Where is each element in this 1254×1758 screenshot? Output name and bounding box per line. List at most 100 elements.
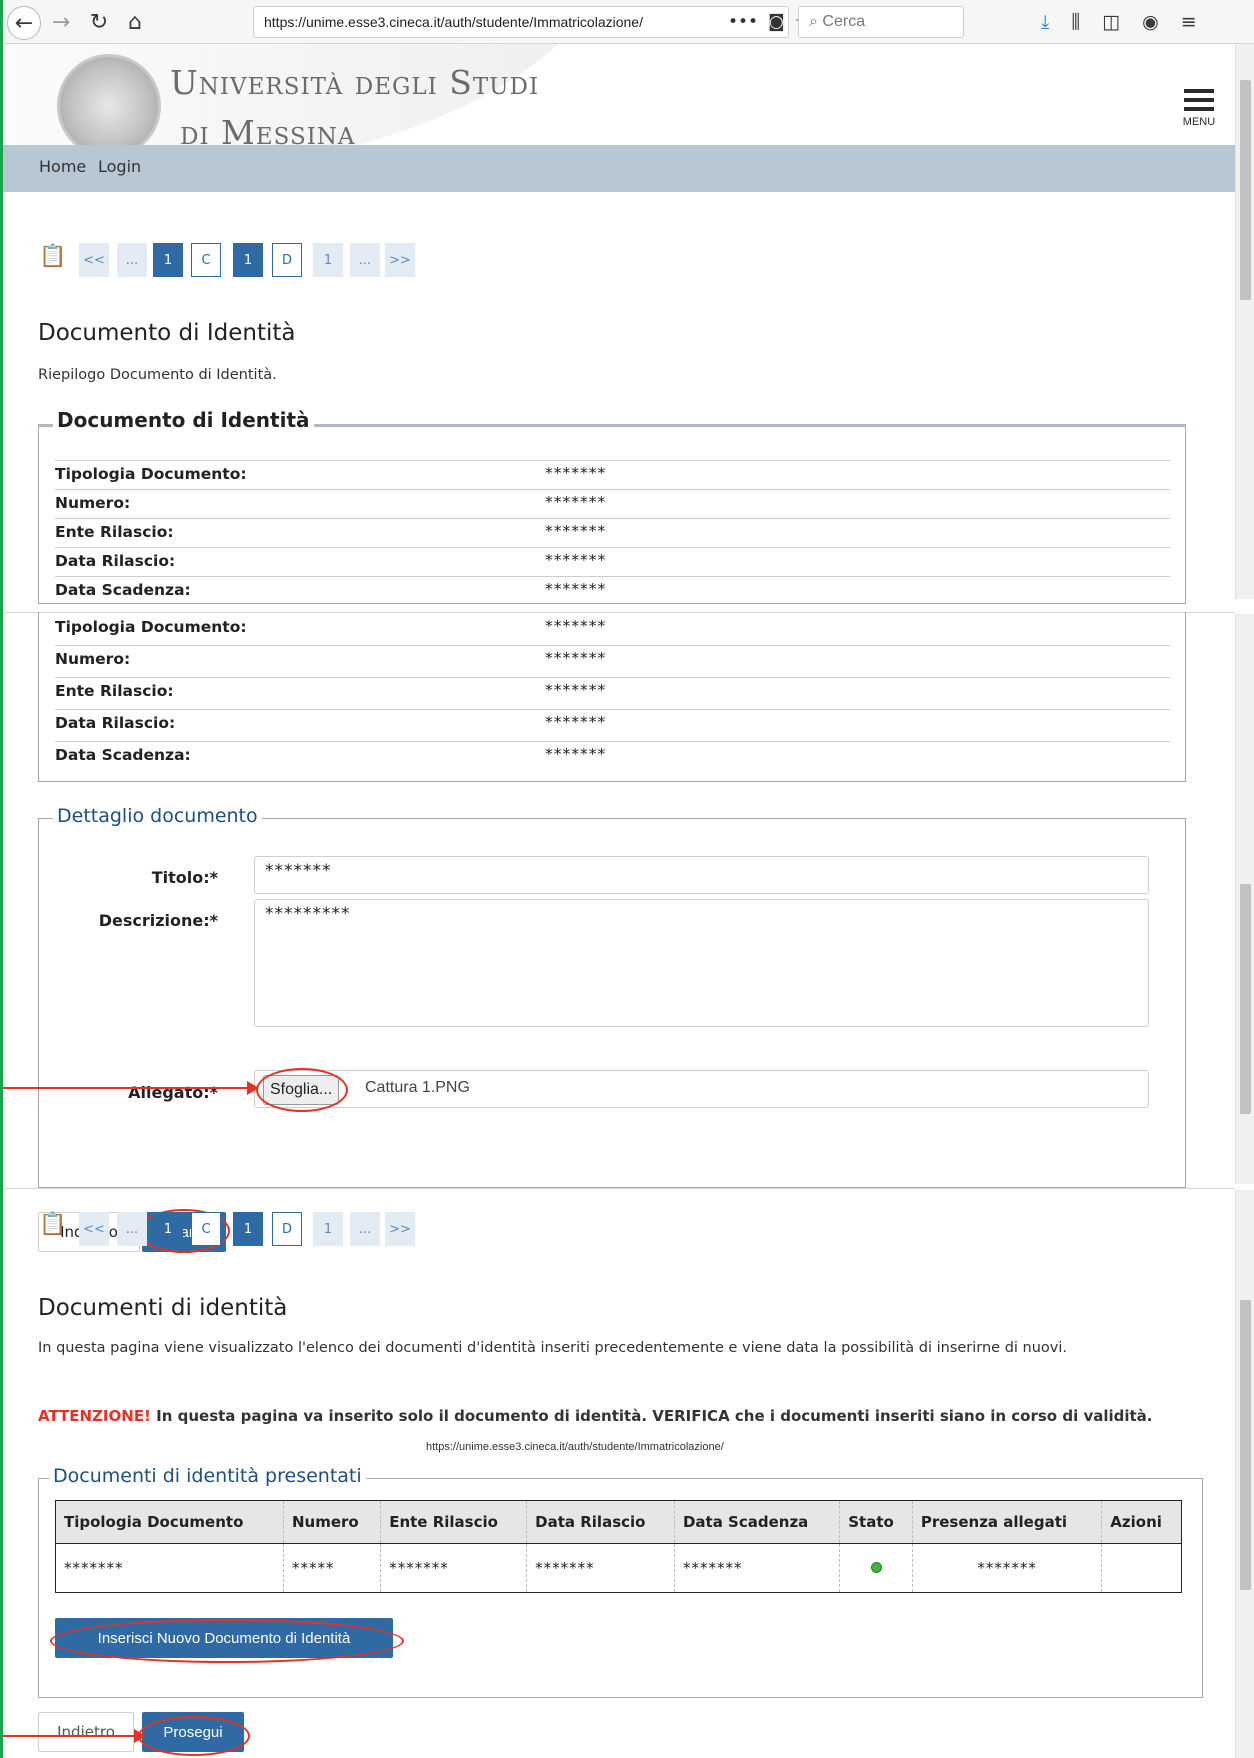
- step-current-1[interactable]: 1: [233, 243, 263, 277]
- summary-row: Data Rilascio: *******: [55, 547, 1170, 576]
- step-ellipsis-left: ...: [117, 243, 147, 277]
- search-input[interactable]: ⌕ Cerca: [798, 6, 964, 38]
- table-header-row: Tipologia Documento Numero Ente Rilascio…: [55, 1500, 1182, 1544]
- cell-allegati: *******: [912, 1543, 1103, 1593]
- page-actions-icon[interactable]: •••: [728, 12, 758, 32]
- documents-intro: In questa pagina viene visualizzato l'el…: [38, 1340, 1068, 1356]
- url-text: https://unime.esse3.cineca.it/auth/stude…: [264, 14, 643, 30]
- descrizione-label: Descrizione:*: [98, 911, 218, 930]
- extension-icon[interactable]: ◉: [1142, 11, 1159, 33]
- university-seal-logo: [57, 54, 161, 158]
- page-title: Documento di Identità: [38, 320, 296, 346]
- identity-summary-legend: Documento di Identità: [53, 408, 314, 432]
- back-arrow-icon[interactable]: ←: [7, 6, 41, 40]
- step-c[interactable]: C: [191, 243, 221, 277]
- back-button-bottom[interactable]: Indietro: [38, 1712, 134, 1752]
- step-first[interactable]: <<: [79, 1212, 109, 1246]
- step-1[interactable]: 1: [153, 243, 183, 277]
- documents-legend: Documenti di identità presentati: [49, 1465, 366, 1487]
- scrollbar-thumb[interactable]: [1240, 884, 1251, 1114]
- summary-row: Tipologia Documento: *******: [55, 460, 1170, 489]
- step-next-1[interactable]: 1: [313, 1212, 343, 1246]
- step-d[interactable]: D: [272, 1212, 302, 1246]
- insert-new-document-button[interactable]: Inserisci Nuovo Documento di Identità: [55, 1618, 393, 1658]
- summary-row: Data Scadenza: *******: [55, 576, 1170, 605]
- step-d[interactable]: D: [272, 243, 302, 277]
- page-subtitle: Riepilogo Documento di Identità.: [38, 367, 277, 383]
- university-name: Università degli Studi di Messina: [170, 58, 539, 158]
- browser-toolbar: ← → ↻ ⌂ https://unime.esse3.cineca.it/au…: [3, 0, 1254, 44]
- browse-button[interactable]: Sfoglia...: [263, 1075, 340, 1105]
- warning-prefix: ATTENZIONE!: [38, 1407, 151, 1425]
- row-label: Data Rilascio:: [55, 714, 176, 732]
- menu-button[interactable]: MENU: [1175, 84, 1223, 128]
- step-last[interactable]: >>: [385, 243, 415, 277]
- summary-row: Numero: *******: [55, 489, 1170, 518]
- continue-button[interactable]: Prosegui: [142, 1712, 244, 1752]
- scrollbar-section1[interactable]: [1235, 44, 1254, 599]
- step-last[interactable]: >>: [385, 1212, 415, 1246]
- download-icon[interactable]: ⤓: [1041, 11, 1049, 33]
- summary-row: Ente Rilascio: *******: [55, 518, 1170, 547]
- col-allegati: Presenza allegati: [912, 1500, 1103, 1544]
- scrollbar-thumb[interactable]: [1240, 80, 1251, 300]
- warning-text: In questa pagina va inserito solo il doc…: [150, 1407, 1153, 1425]
- nav-login-link[interactable]: Login: [98, 157, 141, 176]
- row-label: Ente Rilascio:: [55, 682, 174, 700]
- row-label: Numero:: [55, 650, 131, 668]
- row-label: Numero:: [55, 494, 131, 512]
- menu-label: MENU: [1182, 116, 1216, 128]
- titolo-input[interactable]: *******: [254, 856, 1149, 894]
- cell-numero: *****: [283, 1543, 382, 1593]
- sidebar-icon[interactable]: ◫: [1102, 11, 1120, 33]
- row-label: Tipologia Documento:: [55, 618, 247, 636]
- table-row[interactable]: ******* ***** ******* ******* ******* **…: [55, 1543, 1182, 1593]
- col-ente: Ente Rilascio: [380, 1500, 528, 1544]
- file-input[interactable]: Sfoglia... Cattura 1.PNG: [254, 1070, 1149, 1108]
- pocket-icon[interactable]: ◙: [768, 12, 785, 32]
- step-c[interactable]: C: [191, 1212, 221, 1246]
- forward-arrow-icon[interactable]: →: [45, 6, 77, 38]
- detail-legend: Dettaglio documento: [53, 805, 262, 827]
- annotation-arrow-browse: [3, 1087, 250, 1089]
- scrollbar-thumb[interactable]: [1240, 1300, 1251, 1590]
- col-azioni: Azioni: [1101, 1500, 1182, 1544]
- step-1[interactable]: 1: [153, 1212, 183, 1246]
- annotation-arrow-continue: [3, 1735, 137, 1737]
- row-label: Ente Rilascio:: [55, 523, 174, 541]
- menu-icon: [1175, 89, 1223, 111]
- summary-row: Tipologia Documento: *******: [55, 614, 1170, 643]
- step-next-1[interactable]: 1: [313, 243, 343, 277]
- cell-tipologia: *******: [55, 1543, 284, 1593]
- reload-icon[interactable]: ↻: [83, 6, 115, 38]
- col-tipologia: Tipologia Documento: [55, 1500, 284, 1544]
- step-first[interactable]: <<: [79, 243, 109, 277]
- status-ok-icon: [870, 1562, 882, 1573]
- row-label: Data Rilascio:: [55, 552, 176, 570]
- scrollbar-section3[interactable]: [1235, 1190, 1254, 1758]
- library-icon[interactable]: ⫼: [1071, 11, 1080, 33]
- cell-data-rilascio: *******: [526, 1543, 675, 1593]
- home-icon[interactable]: ⌂: [119, 6, 151, 38]
- warning-message: ATTENZIONE! In questa pagina va inserito…: [38, 1405, 1203, 1427]
- documents-title: Documenti di identità: [38, 1295, 288, 1321]
- cell-data-scadenza: *******: [674, 1543, 841, 1593]
- toolbar-icons: ⤓ ⫼ ◫ ◉ ≡: [1041, 6, 1197, 38]
- screenshot-divider: [3, 1188, 1235, 1189]
- clipboard-icon: 📋: [39, 1212, 67, 1237]
- row-label: Data Scadenza:: [55, 746, 191, 764]
- scrollbar-section2[interactable]: [1235, 614, 1254, 1184]
- col-data-scadenza: Data Scadenza: [674, 1500, 841, 1544]
- step-current-1[interactable]: 1: [233, 1212, 263, 1246]
- descrizione-textarea[interactable]: *********: [254, 899, 1149, 1027]
- cell-stato: [839, 1543, 913, 1593]
- row-value: *******: [545, 580, 607, 598]
- row-label: Data Scadenza:: [55, 581, 191, 599]
- site-navbar: Home Login: [3, 145, 1235, 192]
- row-value: *******: [545, 551, 607, 569]
- col-numero: Numero: [283, 1500, 382, 1544]
- hamburger-menu-icon[interactable]: ≡: [1181, 11, 1197, 33]
- nav-home-link[interactable]: Home: [39, 157, 86, 176]
- left-frame-border: [0, 0, 3, 1758]
- url-input[interactable]: https://unime.esse3.cineca.it/auth/stude…: [253, 6, 789, 38]
